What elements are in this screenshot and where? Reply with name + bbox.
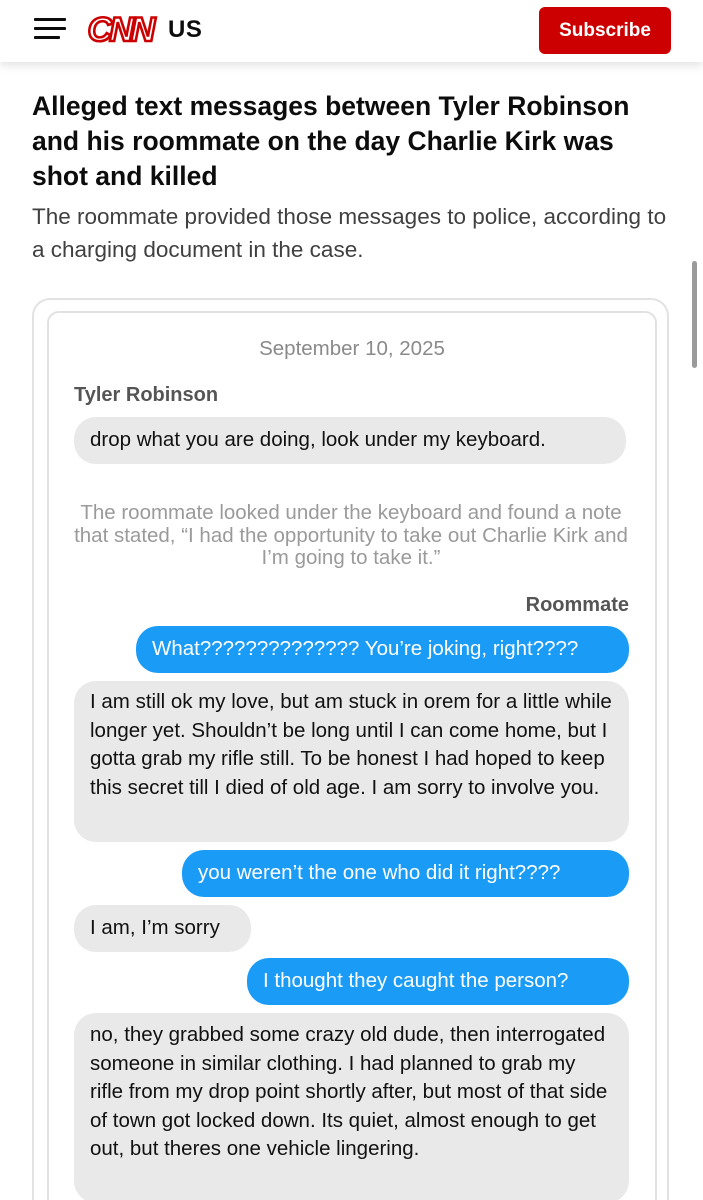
message-bubble-right: What?????????????? You’re joking, right?… — [136, 626, 629, 673]
edition-label[interactable]: US — [168, 16, 202, 44]
page: CNN US Subscribe Alleged text messages b… — [0, 0, 703, 1200]
sender-name-roommate: Roommate — [525, 594, 629, 616]
scrollbar-thumb[interactable] — [692, 261, 697, 368]
conversation-date: September 10, 2025 — [259, 337, 445, 360]
message-bubble-left: I am, I’m sorry — [74, 905, 251, 952]
message-bubble-right: I thought they caught the person? — [247, 958, 629, 1005]
context-note: The roommate looked under the keyboard a… — [74, 501, 628, 569]
cnn-logo[interactable]: CNN — [82, 10, 158, 48]
message-bubble-left: no, they grabbed some crazy old dude, th… — [74, 1013, 629, 1200]
article-headline: Alleged text messages between Tyler Robi… — [32, 91, 630, 191]
article-subheadline: The roommate provided those messages to … — [32, 204, 667, 262]
cnn-logo-text: CNN — [88, 11, 157, 48]
site-header: CNN US Subscribe — [0, 0, 703, 62]
message-bubble-left: I am still ok my love, but am stuck in o… — [74, 681, 629, 842]
subscribe-button[interactable]: Subscribe — [539, 7, 671, 54]
hamburger-menu-icon[interactable] — [34, 16, 66, 42]
sender-name-tyler: Tyler Robinson — [74, 384, 219, 406]
message-bubble-right: you weren’t the one who did it right???? — [182, 850, 629, 897]
message-bubble-left: drop what you are doing, look under my k… — [74, 417, 626, 464]
